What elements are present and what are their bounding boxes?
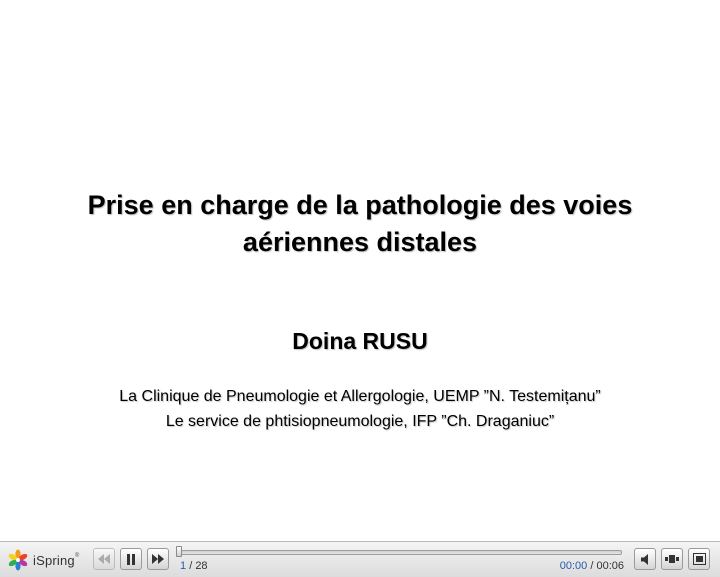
slide-title-line: aériennes distales [242, 227, 478, 257]
ispring-logo-text: iSpring® [33, 553, 80, 568]
total-slides: 28 [195, 560, 208, 572]
affiliation-line: La Clinique de Pneumologie et Allergolog… [119, 388, 601, 405]
affiliation-line: Le service de phtisiopneumologie, IFP ”C… [165, 413, 555, 430]
elapsed-time: 00:00 [559, 560, 588, 572]
fullscreen-button[interactable] [688, 548, 710, 570]
ispring-flower-icon [8, 549, 28, 571]
slide-counter: 1 / 28 [180, 560, 208, 572]
playback-time: 00:00 / 00:06 [560, 560, 624, 572]
ispring-logo[interactable]: iSpring® [7, 549, 80, 571]
time-separator: / [590, 560, 594, 572]
brand-registered-mark: ® [74, 552, 80, 559]
fast-forward-icon [152, 554, 164, 564]
presentation-window: Prise en charge de la pathologie des voi… [0, 0, 720, 577]
slide-list-icon [665, 555, 679, 563]
slide-separator: / [189, 560, 193, 572]
slide-title: Prise en charge de la pathologie des voi… [40, 187, 680, 261]
pause-button[interactable] [120, 548, 142, 570]
progress-slider-handle[interactable] [176, 546, 182, 557]
rewind-icon [98, 554, 110, 564]
current-slide-number: 1 [180, 560, 187, 572]
audio-button[interactable] [634, 548, 656, 570]
next-slide-button[interactable] [147, 548, 169, 570]
progress-track[interactable] [178, 550, 622, 555]
slide-canvas: Prise en charge de la pathologie des voi… [0, 0, 720, 541]
slide-author: Doina RUSU [292, 328, 428, 354]
slide-title-line: Prise en charge de la pathologie des voi… [87, 190, 633, 220]
total-time: 00:06 [596, 560, 624, 572]
brand-name: iSpring [33, 552, 75, 568]
previous-slide-button[interactable] [93, 548, 115, 570]
pause-icon [127, 553, 135, 565]
slide-list-button[interactable] [661, 548, 683, 570]
slide-affiliations: La Clinique de Pneumologie et Allergolog… [20, 384, 700, 434]
fullscreen-icon [692, 553, 706, 565]
speaker-icon [641, 553, 648, 565]
player-controls-bar: iSpring® 1 / 28 00:00 / 00:06 [0, 541, 720, 577]
